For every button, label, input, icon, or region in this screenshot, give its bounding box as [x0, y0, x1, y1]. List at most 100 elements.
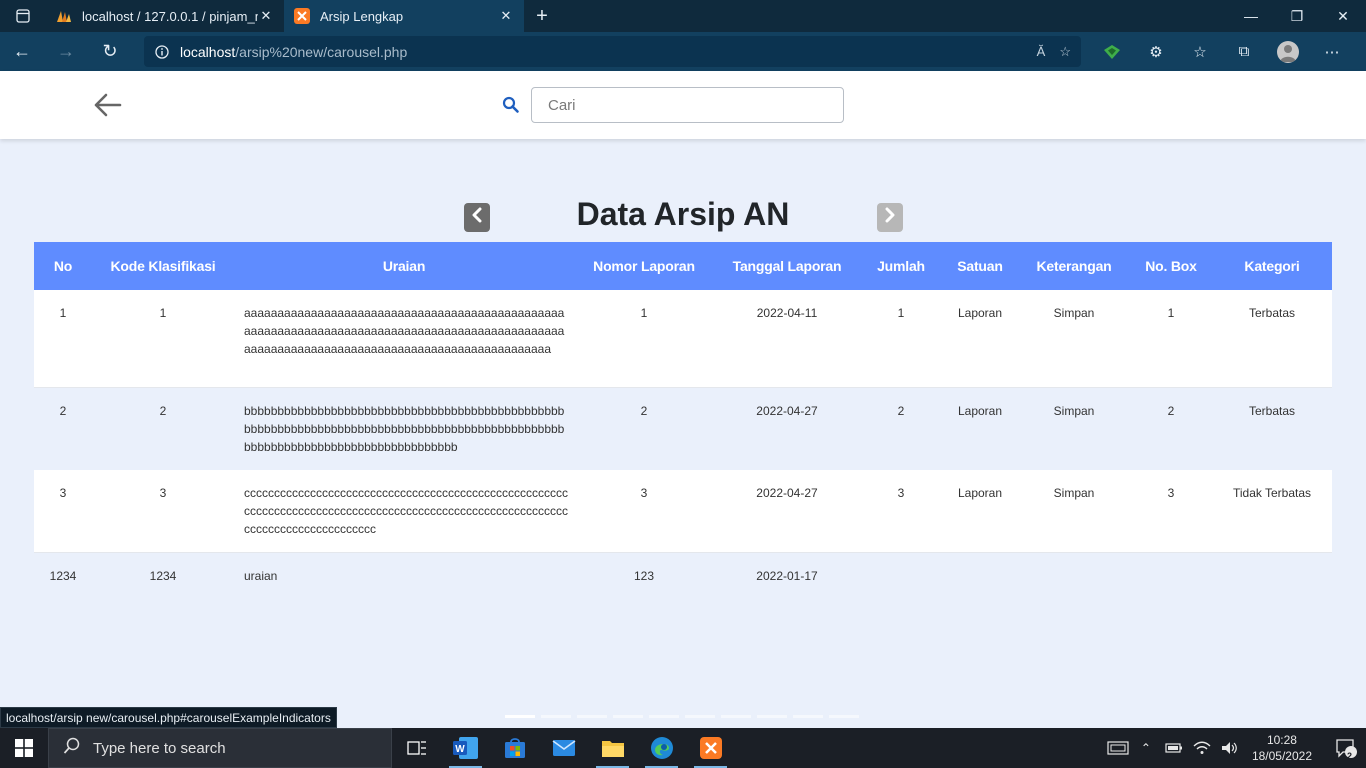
cell-kode: 2 [159, 403, 167, 418]
xampp-icon [294, 8, 310, 24]
carousel-indicator[interactable] [757, 715, 787, 718]
tab-title: Arsip Lengkap [320, 8, 404, 24]
carousel-indicator[interactable] [829, 715, 859, 718]
taskbar-search-box[interactable]: Type here to search [48, 728, 392, 768]
cell-jumlah [860, 552, 942, 599]
cell-nomor: 2 [640, 403, 648, 418]
new-tab-icon[interactable]: + [524, 0, 560, 32]
carousel-indicator[interactable] [577, 715, 607, 718]
column-header: No. Box [1145, 258, 1197, 274]
cell-jumlah: 3 [897, 485, 905, 500]
close-tab-icon[interactable]: ✕ [498, 8, 514, 24]
cell-keterangan: Simpan [1053, 306, 1095, 320]
windows-taskbar: Type here to search W ⌃ 10:28 18/05/2022… [0, 728, 1366, 768]
extension-shield-icon[interactable] [1090, 32, 1134, 71]
cell-kode: 1234 [149, 568, 177, 583]
profile-avatar[interactable] [1266, 32, 1310, 71]
column-header: No [53, 258, 73, 274]
cell-satuan: Laporan [957, 403, 1003, 418]
carousel-indicator[interactable] [649, 715, 679, 718]
volume-icon[interactable] [1218, 741, 1242, 755]
cell-kode: 3 [159, 485, 167, 500]
table-row: 3 3 cccccccccccccccccccccccccccccccccccc… [34, 469, 1332, 552]
read-aloud-icon[interactable]: Ă [1037, 44, 1046, 59]
favorites-icon[interactable]: ☆ [1178, 32, 1222, 71]
cell-tanggal: 2022-01-17 [756, 568, 818, 583]
cell-nomor: 3 [640, 485, 648, 500]
taskbar-clock[interactable]: 10:28 18/05/2022 [1252, 732, 1312, 764]
column-header: Kategori [1244, 258, 1300, 274]
arsip-table-container: No Kode Klasifikasi Uraian Nomor Laporan… [34, 242, 1332, 599]
cell-uraian: aaaaaaaaaaaaaaaaaaaaaaaaaaaaaaaaaaaaaaaa… [244, 306, 565, 356]
url-host: localhost [180, 43, 236, 60]
table-row: 1234 1234 uraian 123 2022-01-17 [34, 552, 1332, 599]
browser-tab-arsip[interactable]: Arsip Lengkap ✕ [284, 0, 524, 32]
svg-text:W: W [455, 744, 465, 755]
arsip-table: No Kode Klasifikasi Uraian Nomor Laporan… [34, 242, 1332, 599]
wifi-icon[interactable] [1190, 741, 1214, 755]
carousel-indicator[interactable] [721, 715, 751, 718]
site-info-icon[interactable] [144, 44, 180, 59]
task-view-icon[interactable] [392, 728, 441, 768]
forward-icon[interactable]: → [44, 32, 88, 71]
phpmyadmin-icon [56, 8, 72, 24]
word-icon[interactable]: W [441, 728, 490, 768]
file-explorer-icon[interactable] [588, 728, 637, 768]
close-tab-icon[interactable]: ✕ [258, 8, 274, 24]
browser-status-url: localhost/arsip new/carousel.php#carouse… [0, 707, 337, 728]
cell-kategori [1212, 552, 1332, 599]
cell-tanggal: 2022-04-11 [756, 306, 818, 320]
cell-satuan: Laporan [957, 485, 1003, 500]
tab-title: localhost / 127.0.0.1 / pinjam_mo [82, 8, 258, 24]
minimize-icon[interactable]: — [1228, 0, 1274, 32]
carousel-indicator[interactable] [793, 715, 823, 718]
search-input[interactable] [531, 87, 844, 123]
cell-keterangan [1018, 552, 1130, 599]
clock-date: 18/05/2022 [1251, 749, 1312, 763]
cell-uraian: uraian [244, 568, 278, 583]
carousel-indicator[interactable] [613, 715, 643, 718]
keyboard-icon[interactable] [1106, 740, 1130, 756]
cell-keterangan: Simpan [1053, 485, 1095, 500]
carousel-indicator[interactable] [505, 715, 535, 718]
cell-kode: 1 [159, 306, 167, 320]
column-header: Satuan [957, 258, 1003, 274]
extensions-icon[interactable]: ⚙ [1134, 32, 1178, 71]
cell-no: 2 [59, 403, 67, 418]
mail-icon[interactable] [539, 728, 588, 768]
cell-nomor: 1 [640, 306, 648, 320]
add-favorite-icon[interactable]: ☆ [1059, 44, 1071, 60]
cell-box: 1 [1167, 306, 1175, 320]
cell-jumlah: 1 [897, 306, 905, 320]
xampp-taskbar-icon[interactable] [686, 728, 735, 768]
refresh-icon[interactable]: ↻ [88, 32, 132, 71]
microsoft-store-icon[interactable] [490, 728, 539, 768]
notification-count: 2 [1347, 751, 1353, 761]
browser-tab-phpmyadmin[interactable]: localhost / 127.0.0.1 / pinjam_mo ✕ [46, 0, 284, 32]
column-header: Nomor Laporan [593, 258, 695, 274]
chevron-up-icon[interactable]: ⌃ [1134, 741, 1158, 755]
carousel-indicator[interactable] [541, 715, 571, 718]
collections-icon[interactable]: ⧉ [1222, 32, 1266, 71]
window-controls: — ❐ ✕ [1228, 0, 1366, 32]
column-header: Uraian [382, 258, 426, 274]
cell-tanggal: 2022-04-27 [756, 485, 818, 500]
back-arrow-icon[interactable] [92, 91, 124, 119]
more-options-icon[interactable]: ⋯ [1310, 32, 1354, 71]
cell-box: 3 [1167, 485, 1175, 500]
column-header: Jumlah [877, 258, 925, 274]
tab-actions-icon[interactable] [0, 0, 46, 32]
notification-center-icon[interactable]: 2 [1326, 738, 1366, 761]
carousel-indicator[interactable] [685, 715, 715, 718]
cell-no: 1234 [49, 568, 77, 583]
cell-kategori: Terbatas [1248, 306, 1296, 320]
restore-icon[interactable]: ❐ [1274, 0, 1320, 32]
battery-icon[interactable] [1162, 742, 1186, 754]
close-window-icon[interactable]: ✕ [1320, 0, 1366, 32]
edge-browser-icon[interactable] [637, 728, 686, 768]
back-icon[interactable]: ← [0, 32, 44, 71]
carousel-next-button[interactable] [877, 203, 903, 232]
windows-start-icon[interactable] [0, 728, 48, 768]
cell-box [1130, 552, 1212, 599]
address-bar[interactable]: localhost/arsip%20new/carousel.php Ă ☆ [144, 36, 1081, 67]
